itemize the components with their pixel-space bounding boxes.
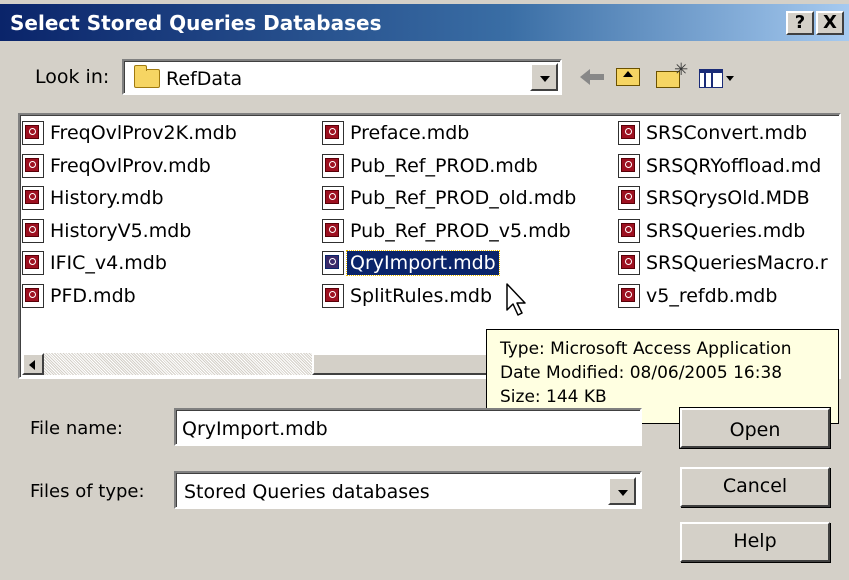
file-name: SRSQRYoffload.md [646, 154, 822, 177]
look-in-value: RefData [166, 68, 243, 90]
file-name-label: File name: [30, 418, 123, 439]
select-stored-queries-dialog: Select Stored Queries Databases ? X Look… [0, 0, 849, 580]
tooltip-size: Size: 144 KB [500, 387, 607, 407]
cancel-button[interactable]: Cancel [680, 467, 830, 507]
access-database-icon [22, 283, 44, 308]
file-name: HistoryV5.mdb [50, 219, 192, 242]
access-database-icon [618, 121, 640, 145]
title-bar[interactable]: Select Stored Queries Databases ? X [0, 4, 849, 41]
look-in-combo[interactable]: RefData [122, 59, 562, 95]
file-name: Pub_Ref_PROD_v5.mdb [350, 219, 571, 242]
tooltip-type: Type: Microsoft Access Application [500, 339, 792, 359]
file-name: SRSQrysOld.MDB [646, 187, 810, 210]
file-name: Pub_Ref_PROD.mdb [350, 154, 538, 177]
window-title: Select Stored Queries Databases [10, 11, 382, 35]
file-name: PFD.mdb [50, 284, 136, 307]
up-one-level-icon[interactable] [614, 62, 644, 92]
access-database-icon [618, 251, 640, 276]
file-type-label: Files of type: [30, 481, 145, 502]
pointer-cursor-icon [506, 283, 526, 316]
access-database-icon [322, 251, 344, 276]
tooltip-date-modified: Date Modified: 08/06/2005 16:38 [500, 363, 783, 383]
file-name: SplitRules.mdb [350, 284, 493, 307]
file-type-value: Stored Queries databases [184, 481, 430, 503]
file-name: History.mdb [50, 187, 164, 210]
file-type-dropdown-button[interactable] [608, 477, 636, 505]
access-database-icon [322, 283, 344, 308]
file-name: v5_refdb.mdb [646, 284, 778, 307]
title-close-button[interactable]: X [816, 11, 844, 35]
access-database-icon [22, 186, 44, 211]
access-database-icon [322, 121, 344, 145]
file-name-input[interactable]: QryImport.mdb [174, 408, 642, 446]
help-button[interactable]: Help [680, 522, 830, 562]
scroll-thumb[interactable] [312, 353, 512, 375]
access-database-icon [322, 218, 344, 243]
access-database-icon [618, 186, 640, 211]
access-database-icon [618, 283, 640, 308]
file-name: SRSConvert.mdb [646, 122, 808, 144]
new-folder-icon[interactable]: ✳ [654, 60, 688, 92]
access-database-icon [618, 218, 640, 243]
access-database-icon [22, 153, 44, 178]
file-name-value: QryImport.mdb [182, 418, 328, 440]
folder-icon [134, 65, 160, 88]
access-database-icon [22, 218, 44, 243]
access-database-icon [22, 121, 44, 145]
open-button[interactable]: Open [679, 407, 831, 449]
file-name: FreqOvlProv2K.mdb [50, 122, 237, 144]
file-name: QryImport.mdb [346, 250, 500, 277]
look-in-label: Look in: [35, 66, 110, 88]
file-name: IFIC_v4.mdb [50, 252, 167, 275]
file-type-select[interactable]: Stored Queries databases [174, 471, 642, 509]
file-name: SRSQueriesMacro.r [646, 252, 828, 275]
file-name: Pub_Ref_PROD_old.mdb [350, 187, 577, 210]
view-menu-icon[interactable] [697, 62, 741, 92]
look-in-dropdown-button[interactable] [530, 63, 558, 91]
access-database-icon [22, 251, 44, 276]
file-name: SRSQueries.mdb [646, 219, 806, 242]
access-database-icon [322, 186, 344, 211]
file-name: FreqOvlProv.mdb [50, 154, 211, 177]
access-database-icon [322, 153, 344, 178]
file-name: Preface.mdb [350, 122, 470, 144]
access-database-icon [618, 153, 640, 178]
scroll-left-button[interactable] [22, 353, 44, 375]
title-help-button[interactable]: ? [786, 11, 814, 35]
back-arrow-icon[interactable] [580, 62, 608, 92]
